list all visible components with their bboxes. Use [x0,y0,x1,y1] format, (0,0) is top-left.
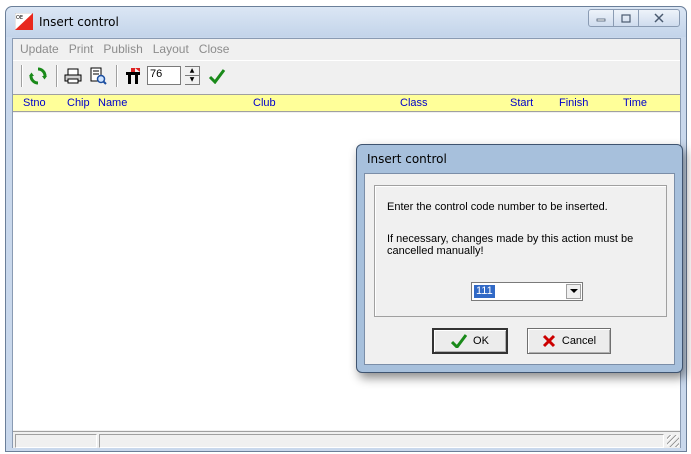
cancel-button-label: Cancel [561,335,597,347]
app-logo-text: OE [16,15,23,21]
column-club[interactable]: Club [253,97,276,109]
caption-buttons [588,9,680,27]
checkmark-icon [208,68,226,84]
ok-button[interactable]: OK [432,328,508,354]
printer-icon [64,68,82,83]
print-button[interactable] [62,65,84,87]
menu-publish[interactable]: Publish [98,42,147,56]
maximize-icon [621,13,631,23]
close-button[interactable] [638,9,680,27]
menu-bar: Update Print Publish Layout Close [13,39,680,59]
dialog-body: Enter the control code number to be inse… [364,173,675,365]
column-start[interactable]: Start [510,97,533,109]
column-class[interactable]: Class [400,97,428,109]
control-code-combobox[interactable]: 111 [471,282,583,301]
column-time[interactable]: Time [623,97,647,109]
maximize-button[interactable] [613,9,639,27]
column-stno[interactable]: Stno [23,97,46,109]
column-chip[interactable]: Chip [67,97,90,109]
window-title: Insert control [39,15,119,29]
column-name[interactable]: Name [98,97,127,109]
combo-selected-value[interactable]: 111 [474,285,495,298]
status-bar [13,431,680,448]
resize-grip-icon[interactable] [667,435,679,447]
print-preview-icon [90,67,107,85]
cancel-button[interactable]: Cancel [527,328,611,354]
status-panel-main [99,434,664,448]
insert-control-dialog: Insert control Enter the control code nu… [356,144,683,373]
dialog-group-box: Enter the control code number to be inse… [374,185,667,317]
toolbar-separator [116,64,118,87]
toolbar: 76 ▲ ▼ [13,60,680,90]
dialog-title: Insert control [367,152,447,166]
app-logo-icon: OE [14,12,34,31]
toolbar-separator [56,64,58,87]
ok-button-label: OK [473,335,489,347]
status-panel-left [15,434,97,448]
control-icon [126,67,140,84]
checkmark-icon [451,334,468,348]
dialog-warning: If necessary, changes made by this actio… [387,233,634,257]
confirm-button[interactable] [206,65,228,87]
toolbar-separator [21,64,23,87]
number-stepper[interactable]: 76 ▲ ▼ [147,66,200,85]
menu-close[interactable]: Close [194,42,235,56]
stepper-up-icon[interactable]: ▲ [185,67,199,76]
grid-header: Stno Chip Name Club Class Start Finish T… [13,94,680,112]
menu-print[interactable]: Print [64,42,99,56]
control-button[interactable] [122,65,144,87]
refresh-icon [29,67,47,84]
stepper-down-icon[interactable]: ▼ [185,76,199,84]
chevron-down-icon [569,289,578,293]
stepper-arrows[interactable]: ▲ ▼ [185,66,200,85]
minimize-icon [596,18,606,22]
print-preview-button[interactable] [87,65,109,87]
column-finish[interactable]: Finish [559,97,588,109]
close-icon [654,13,664,23]
refresh-button[interactable] [27,65,49,87]
minimize-button[interactable] [588,9,614,27]
menu-update[interactable]: Update [15,42,64,56]
cancel-x-icon [542,334,555,348]
combo-dropdown-button[interactable] [566,284,581,299]
menu-layout[interactable]: Layout [148,42,194,56]
stepper-input[interactable]: 76 [147,66,181,85]
title-bar[interactable]: OE Insert control [6,7,686,37]
dialog-message: Enter the control code number to be inse… [387,201,608,213]
